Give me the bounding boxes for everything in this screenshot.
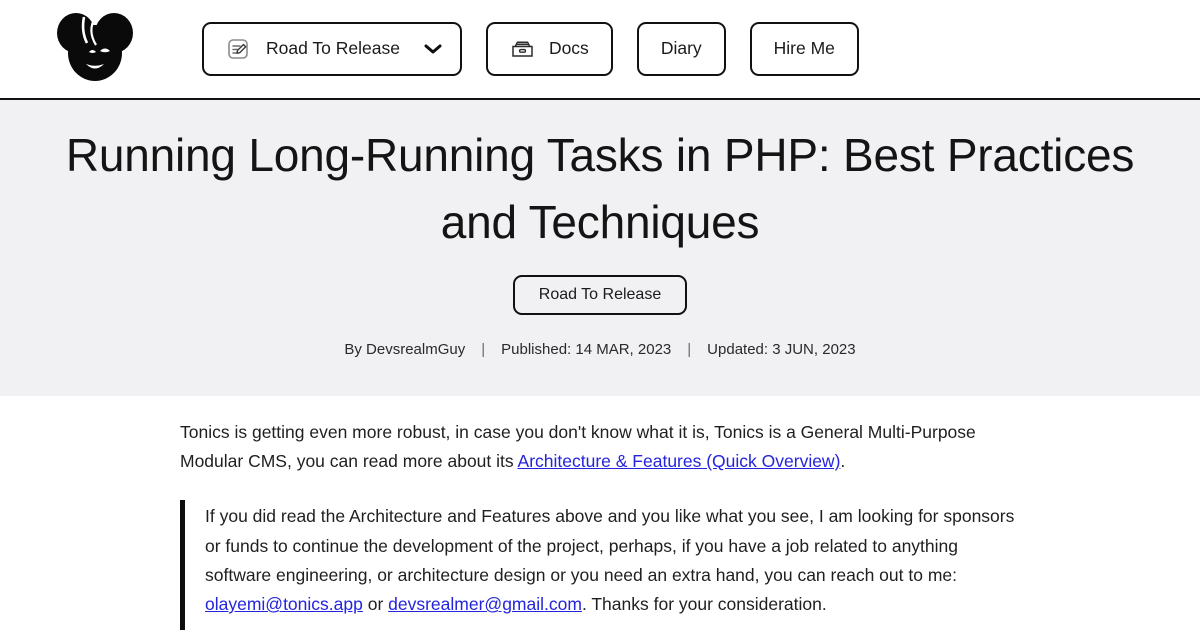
nav-item-docs[interactable]: Docs <box>486 22 613 76</box>
intro-text-after-link: . <box>840 451 845 471</box>
sponsorship-callout: If you did read the Architecture and Fea… <box>180 500 1020 630</box>
nav-item-label: Hire Me <box>774 40 835 58</box>
article-content-column: Tonics is getting even more robust, in c… <box>180 418 1020 630</box>
email-link-olayemi[interactable]: olayemi@tonics.app <box>205 594 363 614</box>
article-meta: By DevsrealmGuy | Published: 14 MAR, 202… <box>30 341 1170 358</box>
category-tag-road-to-release[interactable]: Road To Release <box>513 275 687 315</box>
email-link-devsrealmer[interactable]: devsrealmer@gmail.com <box>388 594 582 614</box>
nav-item-road-to-release[interactable]: Road To Release <box>202 22 462 76</box>
page-title: Running Long-Running Tasks in PHP: Best … <box>40 122 1160 255</box>
nav-item-label: Docs <box>549 40 589 58</box>
archive-box-icon <box>510 37 535 61</box>
nav-item-label: Diary <box>661 40 702 58</box>
notepad-pencil-icon <box>226 37 250 61</box>
nav-item-hire-me[interactable]: Hire Me <box>750 22 859 76</box>
article-published-date: Published: 14 MAR, 2023 <box>501 341 671 358</box>
callout-text-part-2: . Thanks for your consideration. <box>582 594 827 614</box>
site-logo-link[interactable] <box>0 9 190 90</box>
architecture-features-link[interactable]: Architecture & Features (Quick Overview) <box>518 451 841 471</box>
nav-item-label: Road To Release <box>266 40 400 58</box>
site-header: Road To Release Docs Diary Hir <box>0 0 1200 100</box>
article-hero: Running Long-Running Tasks in PHP: Best … <box>0 100 1200 396</box>
meta-separator: | <box>671 341 707 358</box>
meta-separator: | <box>465 341 501 358</box>
main-navigation: Road To Release Docs Diary Hir <box>190 22 1172 76</box>
article-author: By DevsrealmGuy <box>344 341 465 358</box>
article-updated-date: Updated: 3 JUN, 2023 <box>707 341 855 358</box>
chevron-down-icon[interactable] <box>424 43 442 55</box>
article-body: Tonics is getting even more robust, in c… <box>0 396 1200 630</box>
callout-text-part-1: If you did read the Architecture and Fea… <box>205 506 1014 584</box>
intro-paragraph: Tonics is getting even more robust, in c… <box>180 418 1020 476</box>
nav-item-diary[interactable]: Diary <box>637 22 726 76</box>
tonics-mouse-logo-icon <box>56 9 134 90</box>
callout-conjunction: or <box>363 594 388 614</box>
